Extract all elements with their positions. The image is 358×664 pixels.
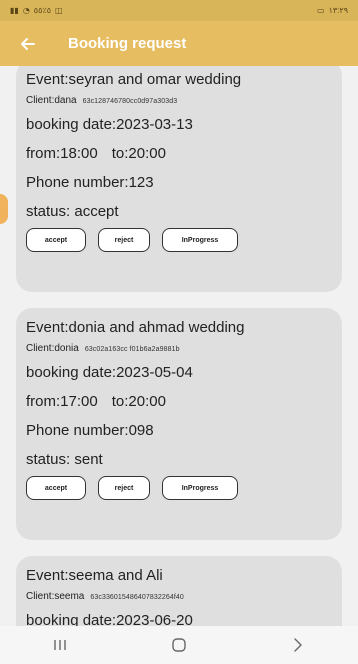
action-buttons: accept reject InProgress <box>26 228 332 252</box>
event-title: Event:seema and Ali <box>26 567 163 584</box>
status-right: ▭ ١٣:٢٩ <box>317 6 348 15</box>
booking-date: booking date:2023-05-04 <box>26 364 193 381</box>
client-line: Client:dana 63c128746780cc0d97a303d3 <box>26 95 332 106</box>
client-id: 63c336015486407832264f40 <box>90 594 184 601</box>
home-button[interactable] <box>159 630 199 660</box>
home-icon <box>172 638 186 652</box>
client-line: Client:seema 63c336015486407832264f40 <box>26 591 332 602</box>
nav-back-button[interactable] <box>278 630 318 660</box>
time-range: from:18:00 to:20:00 <box>26 144 332 164</box>
client-name: Client:donia <box>26 343 79 354</box>
in-progress-button[interactable]: InProgress <box>162 228 238 252</box>
accept-button[interactable]: accept <box>26 228 86 252</box>
recent-apps-icon <box>53 640 66 650</box>
notification-icon: ◫ <box>54 6 63 15</box>
booking-card: Event:seema and Ali Client:seema 63c3360… <box>16 556 342 626</box>
page-title: Booking request <box>68 35 187 52</box>
client-id: 63c02a163cc f01b6a2a9881b <box>84 346 180 353</box>
booking-card: Event:seyran and omar wedding Client:dan… <box>16 66 342 292</box>
booking-date: booking date:2023-06-20 <box>26 612 193 626</box>
status-left-text: ٥٪٥٥ <box>33 6 51 15</box>
phone-number: Phone number:098 <box>26 422 154 439</box>
side-handle[interactable] <box>0 194 8 224</box>
battery-icon: ▭ <box>317 6 325 15</box>
back-button[interactable] <box>16 32 40 56</box>
client-id: 63c128746780cc0d97a303d3 <box>82 98 178 105</box>
arrow-left-icon <box>21 37 35 50</box>
booking-date: booking date:2023-03-13 <box>26 116 193 133</box>
in-progress-button[interactable]: InProgress <box>162 476 238 500</box>
reject-button[interactable]: reject <box>98 476 150 500</box>
to-time: to:20:00 <box>111 145 166 162</box>
client-name: Client:dana <box>26 95 77 106</box>
from-time: from:18:00 <box>26 145 98 162</box>
status-time: ١٣:٢٩ <box>328 6 348 15</box>
client-line: Client:donia 63c02a163cc f01b6a2a9881b <box>26 343 332 354</box>
event-title: Event:seyran and omar wedding <box>26 71 242 88</box>
booking-list[interactable]: Event:seyran and omar wedding Client:dan… <box>0 66 358 626</box>
reject-button[interactable]: reject <box>98 228 150 252</box>
booking-status: status: sent <box>26 451 103 468</box>
system-nav-bar <box>0 626 358 664</box>
phone-number: Phone number:123 <box>26 174 154 191</box>
from-time: from:17:00 <box>26 393 98 410</box>
event-title: Event:donia and ahmad wedding <box>26 319 245 336</box>
signal-icon: ▮▮ <box>10 6 19 15</box>
status-left: ▮▮ ◔ ٥٪٥٥ ◫ <box>10 6 63 15</box>
wifi-icon: ◔ <box>22 6 30 15</box>
client-name: Client:seema <box>26 591 85 602</box>
time-range: from:17:00 to:20:00 <box>26 392 332 412</box>
app-bar: Booking request <box>0 21 358 66</box>
to-time: to:20:00 <box>111 393 166 410</box>
booking-card: Event:donia and ahmad wedding Client:don… <box>16 308 342 540</box>
action-buttons: accept reject InProgress <box>26 476 332 500</box>
booking-status: status: accept <box>26 203 119 220</box>
chevron-right-icon <box>294 638 303 652</box>
recent-apps-button[interactable] <box>40 630 80 660</box>
status-bar: ▮▮ ◔ ٥٪٥٥ ◫ ▭ ١٣:٢٩ <box>0 0 358 21</box>
accept-button[interactable]: accept <box>26 476 86 500</box>
